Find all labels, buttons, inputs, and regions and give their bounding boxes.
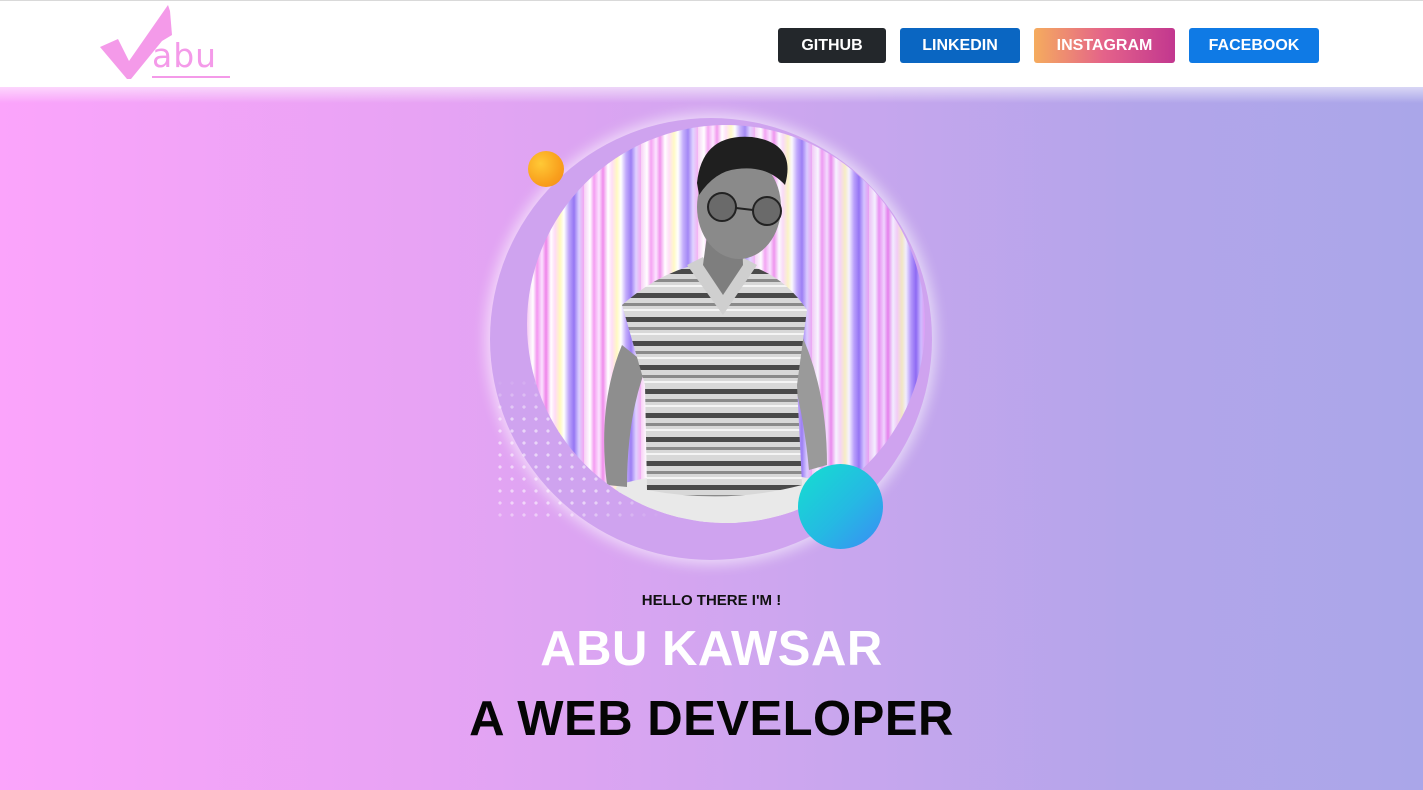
hero-name: ABU KAWSAR xyxy=(540,622,883,676)
orange-orb xyxy=(528,151,564,187)
logo-underline xyxy=(152,76,230,78)
logo-text: abu xyxy=(152,36,218,75)
linkedin-button-label: LINKEDIN xyxy=(922,36,998,54)
greeting-text: HELLO THERE I'M ! xyxy=(641,592,782,609)
github-button-label: GITHUB xyxy=(801,36,863,54)
hero-role: A WEB DEVELOPER xyxy=(469,692,954,746)
facebook-button[interactable]: FACEBOOK xyxy=(1189,28,1319,63)
instagram-button[interactable]: INSTAGRAM xyxy=(1034,28,1175,63)
profile-photo xyxy=(527,125,925,523)
instagram-button-label: INSTAGRAM xyxy=(1056,36,1153,54)
linkedin-button[interactable]: LINKEDIN xyxy=(900,28,1020,63)
site-header: abu GITHUB LINKEDIN INSTAGRAM FACEBOOK xyxy=(0,0,1423,87)
header-shadow xyxy=(0,87,1423,103)
site-logo[interactable]: abu xyxy=(98,5,238,83)
github-button[interactable]: GITHUB xyxy=(778,28,886,63)
person-figure xyxy=(604,136,847,523)
hero-section: HELLO THERE I'M ! ABU KAWSAR A WEB DEVEL… xyxy=(0,87,1423,790)
teal-orb xyxy=(798,464,883,549)
facebook-button-label: FACEBOOK xyxy=(1208,36,1300,54)
